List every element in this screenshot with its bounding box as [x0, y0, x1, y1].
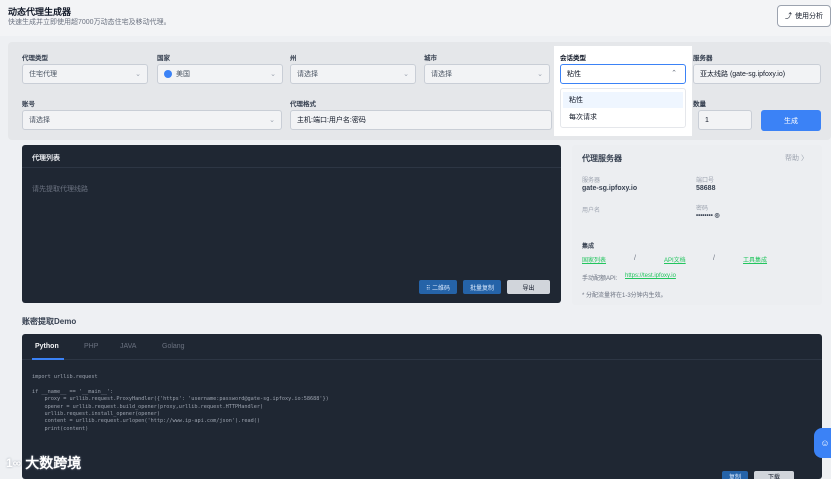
country-value: 美国 — [176, 71, 190, 78]
chevron-down-icon: ⌄ — [403, 71, 409, 78]
state-label: 州 — [290, 55, 297, 62]
code-line: content = urllib.request.urlopen('http:/… — [32, 418, 260, 425]
server-select[interactable]: 亚太线路 (gate-sg.ipfoxy.io) — [693, 64, 821, 84]
session-type-value: 粘性 — [567, 71, 581, 78]
page-subtitle: 快速生成并立即使用超7000万动态住宅及移动代理。 — [8, 19, 171, 26]
api-url-link[interactable]: https://test.ipfoxy.io — [625, 273, 676, 279]
proxy-format-select[interactable]: 主机:端口:用户名:密码 — [290, 110, 552, 130]
generate-button[interactable]: 生成 — [761, 110, 821, 131]
effect-note: * 分配流量将在1-3分钟内生效。 — [582, 293, 667, 299]
qr-code-button[interactable]: ⠿ 二维码 — [419, 280, 457, 294]
session-type-label: 会话类型 — [560, 55, 586, 62]
state-value: 请选择 — [297, 71, 318, 78]
code-line: print(content) — [32, 425, 89, 432]
tab-php[interactable]: PHP — [84, 343, 98, 350]
proxy-list-placeholder: 请先提取代理线路 — [32, 186, 88, 193]
proxy-type-select[interactable]: 住宅代理 ⌄ — [22, 64, 148, 84]
server-card-title: 代理服务器 — [582, 154, 622, 163]
chevron-down-icon: ⌄ — [537, 71, 543, 78]
usage-analysis-button[interactable]: ⤴ 使用分析 — [777, 5, 831, 27]
password-key: 密码 — [696, 206, 709, 212]
logo-mark: 1∞ — [6, 456, 22, 470]
proxy-type-value: 住宅代理 — [29, 71, 57, 78]
server-label: 服务器 — [693, 55, 713, 62]
integration-label: 集成 — [582, 244, 595, 250]
account-value: 请选择 — [29, 117, 50, 124]
language-tabs: Python PHP JAVA Golang — [22, 334, 822, 360]
copy-code-button[interactable]: 复制 — [722, 471, 748, 479]
server-value: 亚太线路 (gate-sg.ipfoxy.io) — [700, 71, 786, 78]
watermark-logo: 1∞ 大数跨境 — [6, 452, 81, 474]
demo-title: 账密提取Demo — [22, 317, 77, 326]
download-code-button[interactable]: 下载 — [754, 471, 794, 479]
username-key: 用户名 — [582, 208, 601, 214]
globe-icon — [164, 70, 172, 78]
export-button[interactable]: 导出 — [507, 280, 550, 294]
quantity-value: 1 — [705, 116, 709, 124]
logo-name: 大数跨境 — [25, 455, 82, 471]
chevron-down-icon: ⌄ — [270, 71, 276, 78]
chevron-down-icon: ⌄ — [269, 117, 275, 124]
tool-integration-link[interactable]: 工具集成 — [743, 255, 767, 264]
proxy-type-label: 代理类型 — [22, 55, 48, 62]
code-line: opener = urllib.request.build_opener(pro… — [32, 403, 264, 410]
password-value[interactable]: •••••••• ◎ — [696, 212, 720, 219]
code-demo-panel: Python PHP JAVA Golang import urllib.req… — [22, 334, 822, 479]
port-value: 58688 — [696, 185, 716, 192]
code-block: import urllib.request if __name__ == '__… — [32, 374, 329, 433]
tab-golang[interactable]: Golang — [162, 343, 185, 350]
code-line: proxy = urllib.request.ProxyHandler({'ht… — [32, 396, 329, 403]
session-type-dropdown: 粘性 每次请求 — [560, 88, 686, 128]
city-select[interactable]: 请选择 ⌄ — [424, 64, 550, 84]
help-link[interactable]: 帮助 〉 — [785, 153, 808, 163]
bulk-copy-button[interactable]: 批量复制 — [463, 280, 501, 294]
server-host: gate-sg.ipfoxy.io — [582, 185, 638, 192]
tab-python[interactable]: Python — [35, 343, 59, 350]
api-docs-link[interactable]: API文档 — [664, 255, 686, 264]
proxy-format-value: 主机:端口:用户名:密码 — [297, 117, 366, 124]
port-key: 端口号 — [696, 178, 715, 184]
code-line: if __name__ == '__main__': — [32, 388, 114, 395]
city-label: 城市 — [424, 55, 437, 62]
server-key: 服务器 — [582, 178, 601, 184]
option-sticky[interactable]: 粘性 — [563, 92, 683, 108]
quantity-input[interactable]: 1 — [698, 110, 752, 130]
proxy-list-title: 代理列表 — [32, 155, 60, 162]
country-select[interactable]: 美国 ⌄ — [157, 64, 283, 84]
api-label: 手动配额API: — [582, 276, 618, 282]
country-label: 国家 — [157, 55, 170, 62]
country-list-link[interactable]: 国家列表 — [582, 255, 606, 264]
separator: / — [634, 255, 636, 262]
account-select[interactable]: 请选择 ⌄ — [22, 110, 282, 130]
session-type-select[interactable]: 粘性 ⌃ — [560, 64, 686, 84]
usage-analysis-label: 使用分析 — [795, 13, 823, 20]
option-per-request[interactable]: 每次请求 — [563, 109, 683, 125]
session-type-highlight: 会话类型 粘性 ⌃ 粘性 每次请求 — [554, 46, 692, 136]
proxy-format-label: 代理格式 — [290, 101, 316, 108]
proxy-server-card: 代理服务器 帮助 〉 服务器 gate-sg.ipfoxy.io 端口号 586… — [572, 145, 822, 305]
page-header: 动态代理生成器 快速生成并立即使用超7000万动态住宅及移动代理。 — [0, 0, 831, 36]
state-select[interactable]: 请选择 ⌄ — [290, 64, 416, 84]
separator: / — [713, 255, 715, 262]
tab-java[interactable]: JAVA — [120, 343, 136, 350]
chevron-up-icon: ⌃ — [671, 70, 677, 77]
account-label: 账号 — [22, 101, 35, 108]
chart-icon: ⤴ — [785, 13, 792, 20]
code-line: import urllib.request — [32, 374, 98, 380]
chevron-down-icon: ⌄ — [135, 71, 141, 78]
active-tab-indicator — [32, 358, 64, 360]
quantity-label: 数量 — [693, 101, 706, 108]
city-value: 请选择 — [431, 71, 452, 78]
chat-support-icon[interactable]: ☺ — [814, 428, 831, 458]
code-line: urllib.request.install_opener(opener) — [32, 410, 161, 417]
proxy-list-panel: 代理列表 请先提取代理线路 ⠿ 二维码 批量复制 导出 — [22, 145, 561, 303]
divider — [22, 167, 561, 168]
